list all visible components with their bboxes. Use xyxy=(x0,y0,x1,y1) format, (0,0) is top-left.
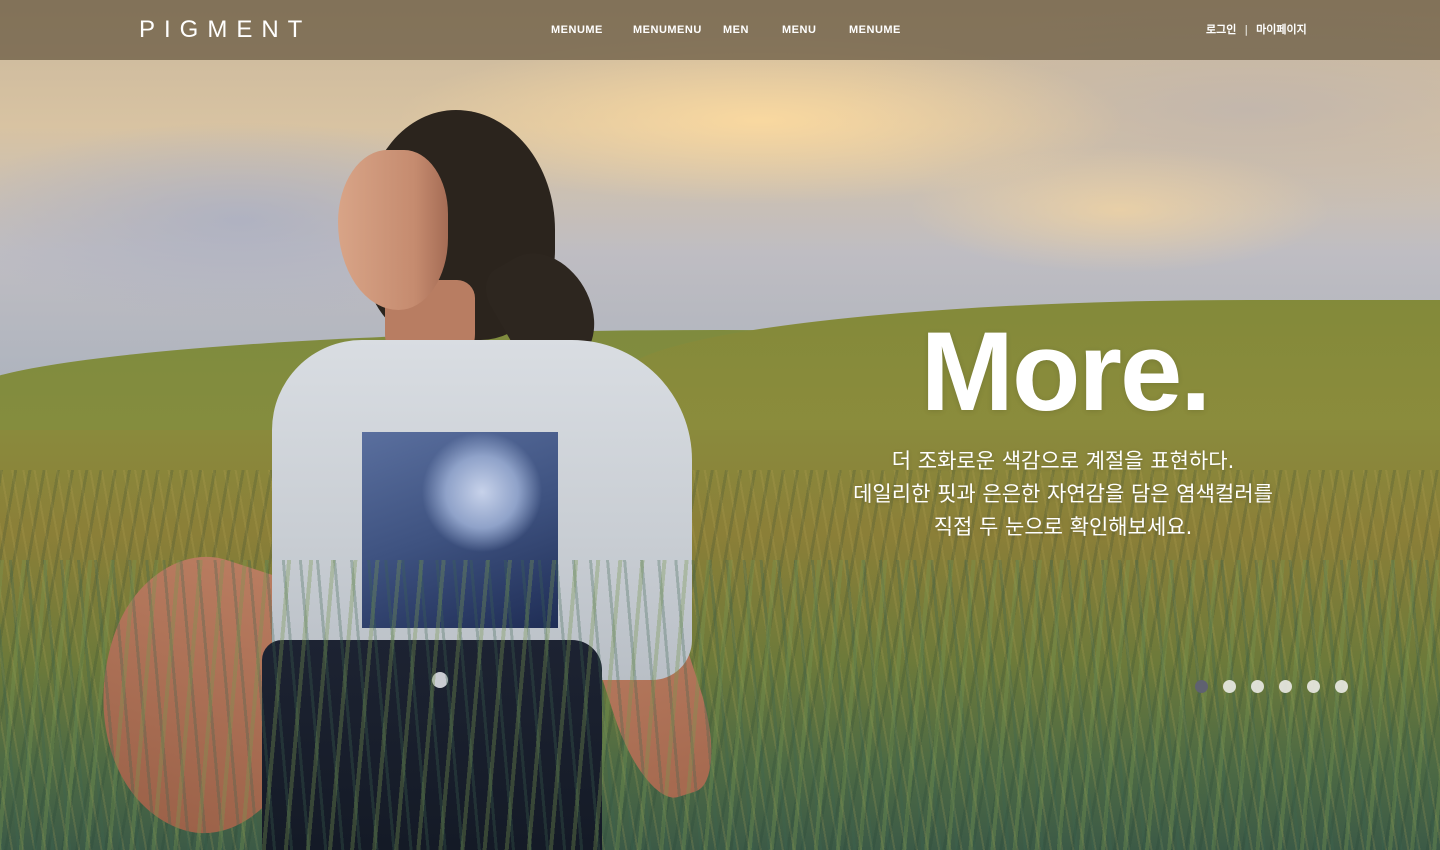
slider-dot[interactable] xyxy=(1223,680,1236,693)
nav-item-4[interactable]: MENU xyxy=(782,22,816,38)
util-separator: | xyxy=(1244,23,1249,36)
hero-description-line-3: 직접 두 눈으로 확인해보세요. xyxy=(933,515,1193,539)
nav-item-1[interactable]: MENUME xyxy=(551,22,603,38)
hero-headline: More. xyxy=(920,309,1212,434)
foreground-wheat xyxy=(0,560,1440,850)
slider-dot[interactable] xyxy=(1279,680,1292,693)
nav-item-3[interactable]: MEN xyxy=(723,22,749,38)
hero-description-line-2: 데일리한 핏과 은은한 자연감을 담은 염색컬러를 xyxy=(853,482,1273,506)
page: PIGMENT MENUME MENUMENU MEN MENU MENUME … xyxy=(0,0,1440,850)
nav-item-2[interactable]: MENUMENU xyxy=(633,22,702,38)
hero-description-line-1: 더 조화로운 색감으로 계절을 표현하다. xyxy=(891,449,1235,473)
slider-dot[interactable] xyxy=(1335,680,1348,693)
hero-description: 더 조화로운 색감으로 계절을 표현하다. 데일리한 핏과 은은한 자연감을 담… xyxy=(820,445,1306,544)
slider-dot[interactable] xyxy=(1195,680,1208,693)
utility-links: 로그인 | 마이페이지 xyxy=(1206,22,1307,38)
slider-dot[interactable] xyxy=(1307,680,1320,693)
slider-dot[interactable] xyxy=(1251,680,1264,693)
top-header: PIGMENT MENUME MENUMENU MEN MENU MENUME … xyxy=(0,0,1440,60)
slider-pagination xyxy=(1195,680,1348,694)
model-face xyxy=(338,150,448,310)
mypage-link[interactable]: 마이페이지 xyxy=(1256,22,1307,38)
nav-item-5[interactable]: MENUME xyxy=(849,22,901,38)
login-link[interactable]: 로그인 xyxy=(1206,22,1236,38)
